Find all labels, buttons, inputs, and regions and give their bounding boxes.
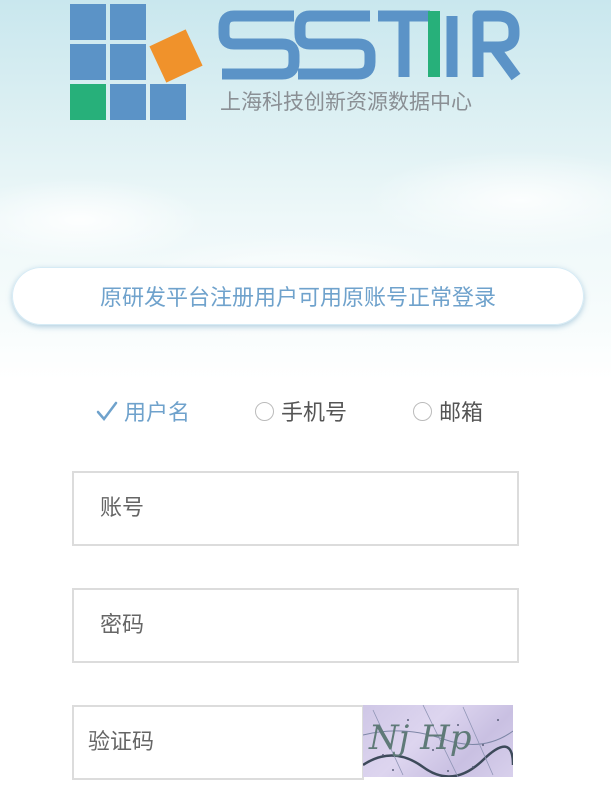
checkmark-icon — [96, 401, 118, 421]
captcha-input[interactable] — [74, 707, 362, 778]
login-type-label: 用户名 — [124, 401, 191, 426]
radio-icon — [255, 401, 274, 421]
sstir-logo: 上海科技创新资源数据中心 — [68, 0, 528, 128]
login-type-email[interactable]: 邮箱 — [413, 393, 483, 429]
password-input[interactable] — [74, 590, 517, 661]
notice-text: 原研发平台注册用户可用原账号正常登录 — [99, 286, 496, 311]
captcha-field — [72, 705, 364, 780]
login-type-phone[interactable]: 手机号 — [255, 393, 347, 429]
captcha-noise: Nj Hp — [363, 705, 513, 777]
password-field — [72, 588, 519, 663]
org-name: 上海科技创新资源数据中心 — [220, 90, 472, 114]
radio-icon — [413, 401, 432, 421]
captcha-image[interactable]: Nj Hp — [363, 705, 513, 777]
account-input[interactable] — [74, 473, 517, 544]
login-type-username[interactable]: 用户名 — [96, 393, 190, 429]
login-type-label: 邮箱 — [439, 401, 484, 426]
login-notice-banner: 原研发平台注册用户可用原账号正常登录 — [12, 267, 584, 325]
login-type-selector: 用户名 手机号 邮箱 — [0, 393, 611, 429]
account-field — [72, 471, 519, 546]
sky-background — [0, 140, 611, 380]
captcha-text: Nj Hp — [368, 718, 472, 758]
login-type-label: 手机号 — [281, 401, 348, 426]
